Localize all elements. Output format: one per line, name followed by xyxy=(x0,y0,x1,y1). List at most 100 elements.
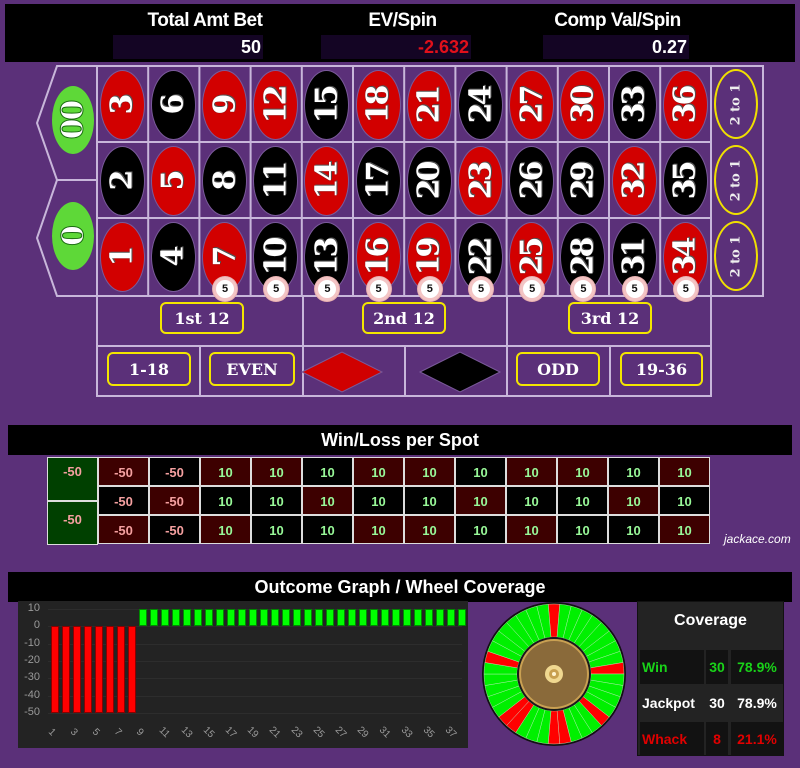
number-spot-21[interactable]: 21 xyxy=(406,70,452,140)
column-bet-3[interactable]: 2 to 1 xyxy=(714,221,758,291)
x-tick-label: 21 xyxy=(266,724,283,741)
x-tick-label: 13 xyxy=(178,724,195,741)
number-spot-26[interactable]: 26 xyxy=(509,146,555,216)
number-spot-6[interactable]: 6 xyxy=(150,70,196,140)
win-loss-cell: 10 xyxy=(608,486,659,515)
number-label: 19 xyxy=(411,239,447,275)
outcome-bar-19 xyxy=(249,609,257,627)
outcome-bar-24 xyxy=(304,609,312,627)
number-spot-8[interactable]: 8 xyxy=(202,146,247,216)
number-spot-9[interactable]: 9 xyxy=(202,70,247,140)
x-tick-label: 33 xyxy=(398,724,415,741)
number-label: 36 xyxy=(667,87,703,123)
number-label: 30 xyxy=(565,87,601,123)
outcome-bar-36 xyxy=(436,609,444,627)
number-label: 35 xyxy=(667,163,703,199)
win-loss-cell: 10 xyxy=(353,486,404,515)
column-bet-1[interactable]: 2 to 1 xyxy=(714,69,758,139)
wheel-hub xyxy=(552,672,556,676)
x-tick-label: 17 xyxy=(222,724,239,741)
number-label: 21 xyxy=(411,87,447,123)
odd-bet[interactable]: ODD xyxy=(516,352,600,386)
number-spot-2[interactable]: 2 xyxy=(99,146,145,216)
outcome-bar-18 xyxy=(238,609,246,627)
dozen-bet-2[interactable]: 2nd 12 xyxy=(362,302,446,334)
win-loss-cell: 10 xyxy=(200,457,251,486)
black-bet-diamond xyxy=(418,351,502,393)
high-bet[interactable]: 19-36 xyxy=(620,352,703,386)
number-spot-20[interactable]: 20 xyxy=(406,146,452,216)
roulette-analyzer: Total Amt Bet 50 EV/Spin -2.632 Comp Val… xyxy=(0,0,800,768)
number-spot-17[interactable]: 17 xyxy=(355,146,401,216)
number-label: 20 xyxy=(411,163,447,199)
number-spot-33[interactable]: 33 xyxy=(611,70,657,140)
bet-chip[interactable]: 5 xyxy=(213,277,237,301)
outcome-bar-8 xyxy=(128,626,136,713)
x-tick-label: 35 xyxy=(420,724,437,741)
bet-chip[interactable]: 5 xyxy=(520,277,545,301)
bet-chip[interactable]: 5 xyxy=(417,277,442,301)
outcome-bar-27 xyxy=(337,609,345,627)
number-spot-4[interactable]: 4 xyxy=(150,222,196,292)
number-spot-27[interactable]: 27 xyxy=(509,70,555,140)
coverage-pct: 78.9% xyxy=(731,650,783,684)
coverage-count: 30 xyxy=(706,650,728,684)
number-label: 27 xyxy=(514,87,550,123)
dozen-bet-3[interactable]: 3rd 12 xyxy=(568,302,652,334)
x-tick-label: 11 xyxy=(156,724,172,741)
coverage-label: Whack xyxy=(640,722,704,756)
win-loss-cell: 10 xyxy=(200,486,251,515)
coverage-panel: Coverage Win 30 78.9% Jackpot 30 78.9% Whack 8 2… xyxy=(637,601,784,756)
double-zero-spot[interactable]: 00 xyxy=(52,86,94,154)
number-spot-5[interactable]: 5 xyxy=(150,146,196,216)
number-spot-35[interactable]: 35 xyxy=(662,146,708,216)
number-label: 25 xyxy=(514,239,550,275)
outcome-bar-32 xyxy=(392,609,400,627)
column-bet-2[interactable]: 2 to 1 xyxy=(714,145,758,215)
number-label: 26 xyxy=(514,163,550,199)
number-spot-36[interactable]: 36 xyxy=(662,70,708,140)
y-tick-label: -10 xyxy=(24,636,40,649)
win-loss-cell: 10 xyxy=(659,515,710,544)
number-spot-11[interactable]: 11 xyxy=(253,146,299,216)
bet-chip[interactable]: 5 xyxy=(622,277,647,301)
outcome-bar-16 xyxy=(216,609,224,627)
bet-chip[interactable]: 5 xyxy=(469,277,493,301)
win-loss-cell: 10 xyxy=(404,457,455,486)
number-spot-12[interactable]: 12 xyxy=(253,70,299,140)
outcome-header: Outcome Graph / Wheel Coverage xyxy=(8,572,792,602)
number-spot-32[interactable]: 32 xyxy=(611,146,657,216)
win-loss-header: Win/Loss per Spot xyxy=(8,425,792,455)
win-loss-cell: 10 xyxy=(302,457,353,486)
low-bet[interactable]: 1-18 xyxy=(107,352,191,386)
y-tick-label: -30 xyxy=(24,671,40,684)
number-spot-23[interactable]: 23 xyxy=(458,146,503,216)
coverage-pct: 21.1% xyxy=(731,722,783,756)
win-loss-cell: 10 xyxy=(251,515,302,544)
win-loss-cell: 10 xyxy=(608,515,659,544)
win-loss-cell: 10 xyxy=(506,486,557,515)
outcome-bar-35 xyxy=(425,609,433,627)
number-spot-18[interactable]: 18 xyxy=(355,70,401,140)
outcome-bar-6 xyxy=(106,626,114,713)
win-loss-cell: 10 xyxy=(251,457,302,486)
outcome-bar-31 xyxy=(381,609,389,627)
outcome-bar-23 xyxy=(293,609,301,627)
red-bet-diamond xyxy=(300,351,384,393)
bet-chip[interactable]: 5 xyxy=(264,277,289,301)
bet-chip[interactable]: 5 xyxy=(366,277,391,301)
number-label: 7 xyxy=(207,248,242,266)
win-loss-cell: -50 xyxy=(98,457,149,486)
zero-spot[interactable]: 0 xyxy=(52,202,94,270)
number-spot-3[interactable]: 3 xyxy=(99,70,145,140)
number-spot-24[interactable]: 24 xyxy=(458,70,503,140)
bet-chip[interactable]: 5 xyxy=(673,277,698,301)
number-label: 18 xyxy=(360,87,396,123)
number-spot-1[interactable]: 1 xyxy=(99,222,145,292)
number-label: 5 xyxy=(155,172,191,190)
even-bet[interactable]: EVEN xyxy=(209,352,295,386)
outcome-bar-11 xyxy=(161,609,169,627)
dozen-bet-1[interactable]: 1st 12 xyxy=(160,302,244,334)
win-loss-cell: 10 xyxy=(557,457,608,486)
win-loss-cell: -50 xyxy=(149,457,200,486)
